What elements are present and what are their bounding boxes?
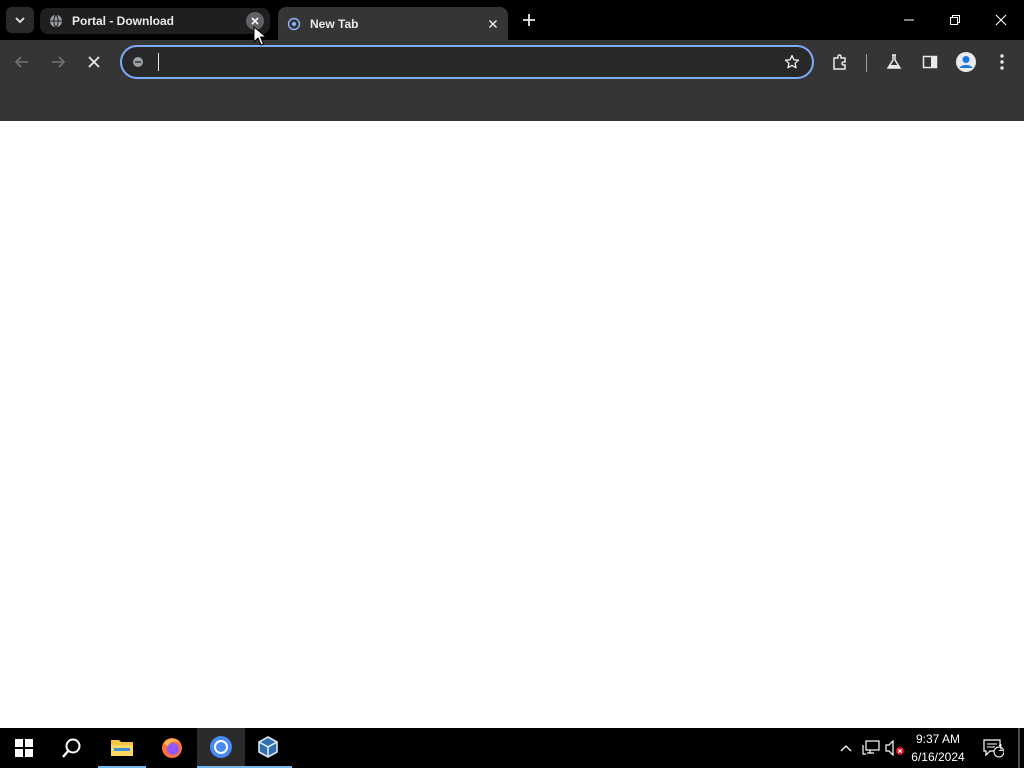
clock-time: 9:37 AM	[915, 732, 961, 746]
toolbar-divider	[866, 54, 867, 72]
tab-search-button[interactable]	[6, 7, 34, 33]
labs-button[interactable]	[880, 48, 908, 76]
chrome-button[interactable]	[197, 728, 245, 768]
address-bar[interactable]	[120, 45, 814, 79]
site-info-icon[interactable]	[130, 54, 146, 70]
firefox-icon	[162, 738, 182, 758]
close-icon	[88, 56, 100, 68]
chevron-up-icon	[840, 745, 852, 752]
restore-button[interactable]	[932, 0, 978, 40]
action-center-button[interactable]: 1	[978, 728, 1008, 768]
file-explorer-button[interactable]	[98, 728, 146, 768]
page-content[interactable]	[0, 121, 1024, 728]
flask-icon	[886, 54, 902, 69]
start-button[interactable]	[0, 728, 48, 768]
close-tab-button[interactable]	[484, 15, 502, 33]
forward-button[interactable]	[44, 48, 72, 76]
text-caret	[158, 53, 159, 71]
tab-portal-download[interactable]: Portal - Download	[40, 8, 270, 34]
new-tab-button[interactable]	[518, 9, 540, 31]
bookmarks-bar	[0, 84, 1024, 121]
notification-count: 1	[998, 743, 1004, 754]
tab-title: New Tab	[310, 16, 359, 31]
side-panel-icon	[922, 55, 938, 69]
minimize-icon	[904, 19, 914, 21]
chrome-icon	[210, 736, 232, 758]
clock-date: 6/16/2024	[911, 750, 965, 764]
network-button[interactable]	[860, 728, 882, 768]
windows-start-icon	[15, 739, 33, 757]
chrome-newtab-icon	[286, 16, 302, 32]
firefox-button[interactable]	[148, 728, 196, 768]
avatar-icon	[956, 52, 976, 72]
tab-new-tab[interactable]: New Tab	[278, 7, 508, 40]
search-button[interactable]	[48, 728, 96, 768]
virtualbox-icon	[258, 736, 278, 758]
globe-icon	[48, 13, 64, 29]
close-icon	[488, 19, 498, 28]
star-icon	[784, 54, 800, 69]
profile-button[interactable]	[952, 48, 980, 76]
more-vertical-icon	[1000, 54, 1004, 70]
plus-icon	[523, 14, 535, 26]
chrome-menu-button[interactable]	[988, 48, 1016, 76]
close-icon	[995, 14, 1007, 26]
side-panel-button[interactable]	[916, 48, 944, 76]
show-hidden-icons-button[interactable]	[836, 728, 856, 768]
arrow-left-icon	[14, 56, 28, 68]
extensions-button[interactable]	[826, 48, 854, 76]
taskbar-clock[interactable]: 9:37 AM 6/16/2024	[906, 730, 970, 766]
stop-loading-button[interactable]	[80, 48, 108, 76]
bookmark-star-button[interactable]	[780, 50, 804, 74]
show-desktop-button[interactable]	[1018, 728, 1020, 768]
close-window-button[interactable]	[978, 0, 1024, 40]
restore-icon	[950, 15, 960, 25]
mouse-cursor-icon	[253, 26, 267, 46]
address-input[interactable]	[156, 53, 760, 73]
network-icon	[862, 740, 880, 755]
volume-button[interactable]	[884, 728, 906, 768]
arrow-right-icon	[52, 56, 66, 68]
file-explorer-icon	[111, 740, 133, 756]
volume-muted-icon	[885, 740, 904, 756]
puzzle-icon	[833, 54, 846, 70]
tab-title: Portal - Download	[72, 14, 174, 28]
virtualbox-button[interactable]	[244, 728, 292, 768]
search-icon	[62, 738, 81, 758]
close-icon	[251, 17, 259, 25]
back-button[interactable]	[8, 48, 36, 76]
minimize-button[interactable]	[886, 0, 932, 40]
chevron-down-icon	[15, 17, 25, 24]
